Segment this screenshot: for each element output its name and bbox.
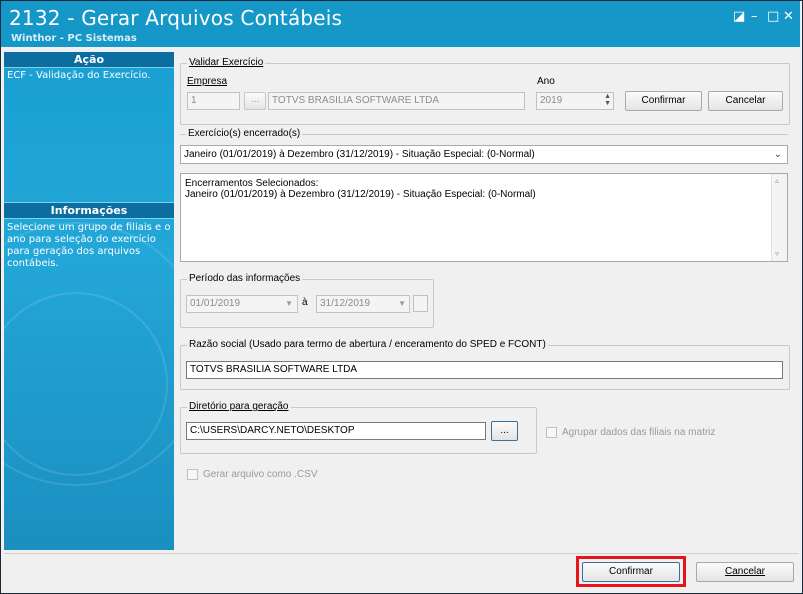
minimize-icon[interactable]: – [751, 9, 758, 24]
informacoes-text: Selecione um grupo de filiais e o ano pa… [7, 222, 171, 269]
ano-value: 2019 [540, 95, 563, 106]
exercicios-legend: Exercício(s) encerrado(s) [186, 128, 303, 139]
periodo-fim-value: 31/12/2019 [320, 298, 371, 309]
bottom-bar: Confirmar Cancelar [4, 553, 799, 591]
exercicios-selected: Janeiro (01/01/2019) à Dezembro (31/12/2… [184, 149, 535, 160]
diretorio-legend: Diretório para geração [187, 401, 291, 412]
encerramentos-memo[interactable]: Encerramentos Selecionados: Janeiro (01/… [180, 173, 788, 262]
validar-cancelar-button[interactable]: Cancelar [708, 91, 783, 111]
maximize-icon[interactable]: □ [767, 9, 779, 24]
razao-social-field[interactable]: TOTVS BRASILIA SOFTWARE LTDA [186, 361, 783, 379]
window-subtitle: Winthor - PC Sistemas [11, 33, 137, 44]
empresa-label: Empresa [187, 76, 228, 87]
main-panel: Validar Exercício Empresa 1 ... TOTVS BR… [177, 52, 799, 550]
periodo-inicio-value: 01/01/2019 [190, 298, 241, 309]
empresa-code-field[interactable]: 1 [187, 92, 240, 110]
exercicios-select[interactable]: Janeiro (01/01/2019) à Dezembro (31/12/2… [180, 145, 788, 164]
periodo-separator: à [302, 297, 308, 308]
csv-label: Gerar arquivo como .CSV [203, 469, 318, 480]
ano-field[interactable]: 2019 ▲ ▼ [536, 92, 614, 110]
cancelar-button[interactable]: Cancelar [696, 562, 794, 582]
memo-title: Encerramentos Selecionados: [185, 178, 319, 189]
confirmar-button[interactable]: Confirmar [582, 562, 680, 582]
dropdown-arrow-icon[interactable]: ▼ [285, 296, 293, 312]
diretorio-browse-button[interactable]: ... [491, 421, 518, 441]
periodo-legend: Período das informações [187, 273, 303, 284]
ano-label: Ano [537, 76, 555, 87]
exercicios-group: Exercício(s) encerrado(s) [180, 128, 788, 139]
scroll-up-icon[interactable]: ▵ [775, 176, 779, 185]
memo-line: Janeiro (01/01/2019) à Dezembro (31/12/2… [185, 189, 536, 200]
acao-text: ECF - Validação do Exercício. [7, 70, 151, 81]
chevron-down-icon[interactable]: ⌄ [774, 146, 782, 163]
informacoes-header: Informações [4, 202, 174, 219]
empresa-name-field: TOTVS BRASILIA SOFTWARE LTDA [268, 92, 525, 110]
razao-legend: Razão social (Usado para termo de abertu… [187, 339, 548, 350]
periodo-fim-field[interactable]: 31/12/2019 ▼ [316, 295, 410, 313]
sidebar: Ação ECF - Validação do Exercício. Infor… [4, 52, 174, 550]
periodo-inicio-field[interactable]: 01/01/2019 ▼ [186, 295, 298, 313]
agrupar-label: Agrupar dados das filiais na matriz [562, 427, 716, 438]
validar-confirmar-button[interactable]: Confirmar [625, 91, 702, 111]
acao-header: Ação [4, 52, 174, 68]
csv-checkbox[interactable] [187, 469, 198, 480]
window-title: 2132 - Gerar Arquivos Contábeis [9, 6, 343, 30]
dropdown-arrow-icon[interactable]: ▼ [398, 296, 406, 312]
empresa-lookup-button[interactable]: ... [244, 92, 266, 110]
memo-scrollbar[interactable]: ▵ ▿ [771, 174, 787, 261]
agrupar-checkbox[interactable] [546, 427, 557, 438]
diretorio-field[interactable]: C:\USERS\DARCY.NETO\DESKTOP [186, 422, 486, 440]
spin-icon[interactable]: ▲ ▼ [604, 93, 611, 107]
restore-icon[interactable]: ◪ [733, 9, 745, 24]
scroll-down-icon[interactable]: ▿ [775, 249, 779, 258]
validar-legend: Validar Exercício [187, 57, 266, 68]
close-icon[interactable]: ✕ [783, 9, 794, 24]
title-bar: 2132 - Gerar Arquivos Contábeis Winthor … [1, 1, 800, 47]
calendar-icon[interactable] [413, 295, 428, 312]
